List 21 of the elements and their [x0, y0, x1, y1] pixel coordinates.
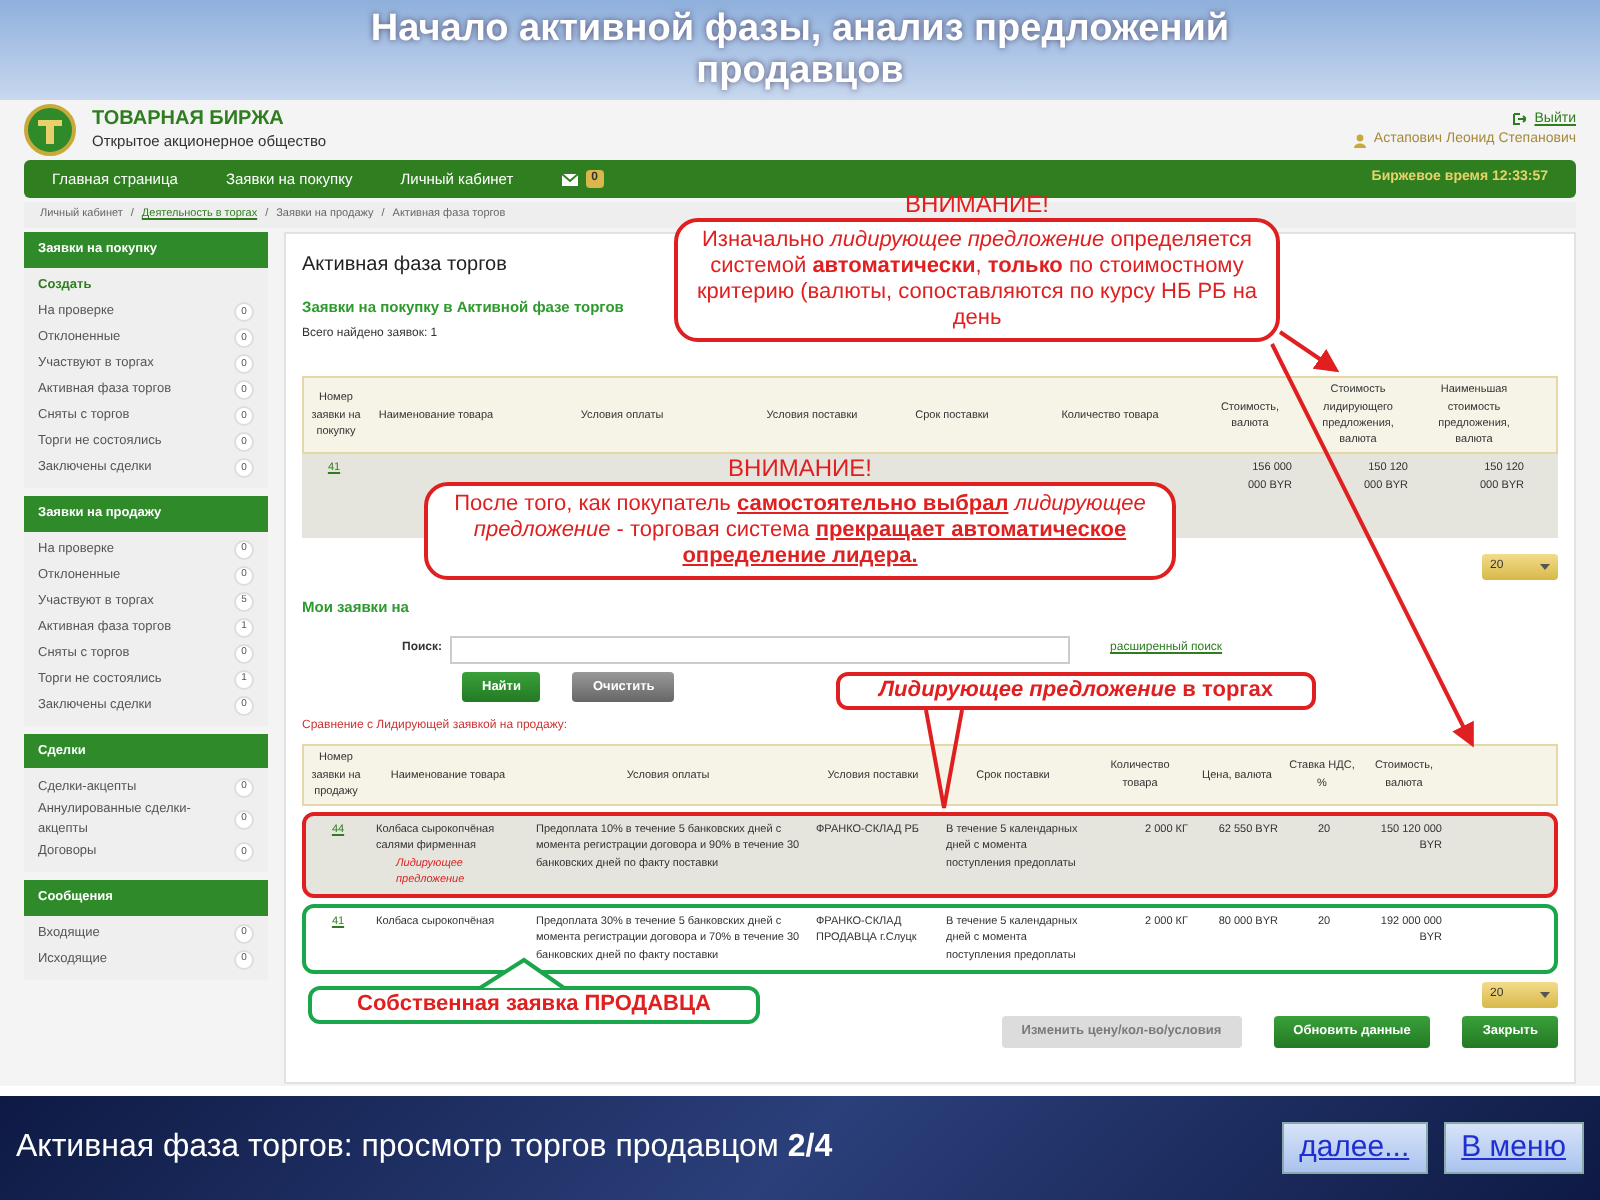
- warning-heading: ВНИМАНИЕ!: [726, 456, 874, 482]
- mail-icon[interactable]: [561, 173, 578, 185]
- table-row[interactable]: [302, 904, 1558, 974]
- logout-icon: [1512, 112, 1527, 127]
- caret-icon: [1540, 991, 1550, 998]
- callout-text: Изначально лидирующее предложение определяется системой автоматически, только по стоимостному критерию (валюты, сопоставляются по курсу НБ РБ на день: [694, 228, 1260, 332]
- page-heading: Активная фаза торгов: [302, 252, 507, 280]
- table-row[interactable]: [302, 812, 1558, 898]
- slide-title: Начало активной фазы, анализ предложений продавцов: [368, 8, 1232, 92]
- slide-caption: Активная фаза торгов: просмотр торгов продавцом 2/4: [16, 1128, 833, 1168]
- brand-name: ТОВАРНАЯ БИРЖА: [92, 107, 286, 130]
- callout-text: После того, как покупатель самостоятельно выбрал лидирующее предложение - торговая система прекращает автоматическое определение лидера.: [452, 492, 1148, 570]
- slide-nav-button[interactable]: В меню: [1443, 1121, 1584, 1175]
- caret-icon: [1540, 564, 1550, 571]
- callout-text: Лидирующее предложение в торгах: [875, 678, 1275, 704]
- warning-heading: ВНИМАНИЕ!: [903, 192, 1051, 218]
- logo-icon: [24, 104, 76, 156]
- user-icon: [1353, 133, 1366, 148]
- callout-text: Собственная заявка ПРОДАВЦА: [355, 992, 713, 1018]
- slide-nav-button[interactable]: далее...: [1281, 1121, 1428, 1175]
- search-field[interactable]: [450, 635, 1071, 663]
